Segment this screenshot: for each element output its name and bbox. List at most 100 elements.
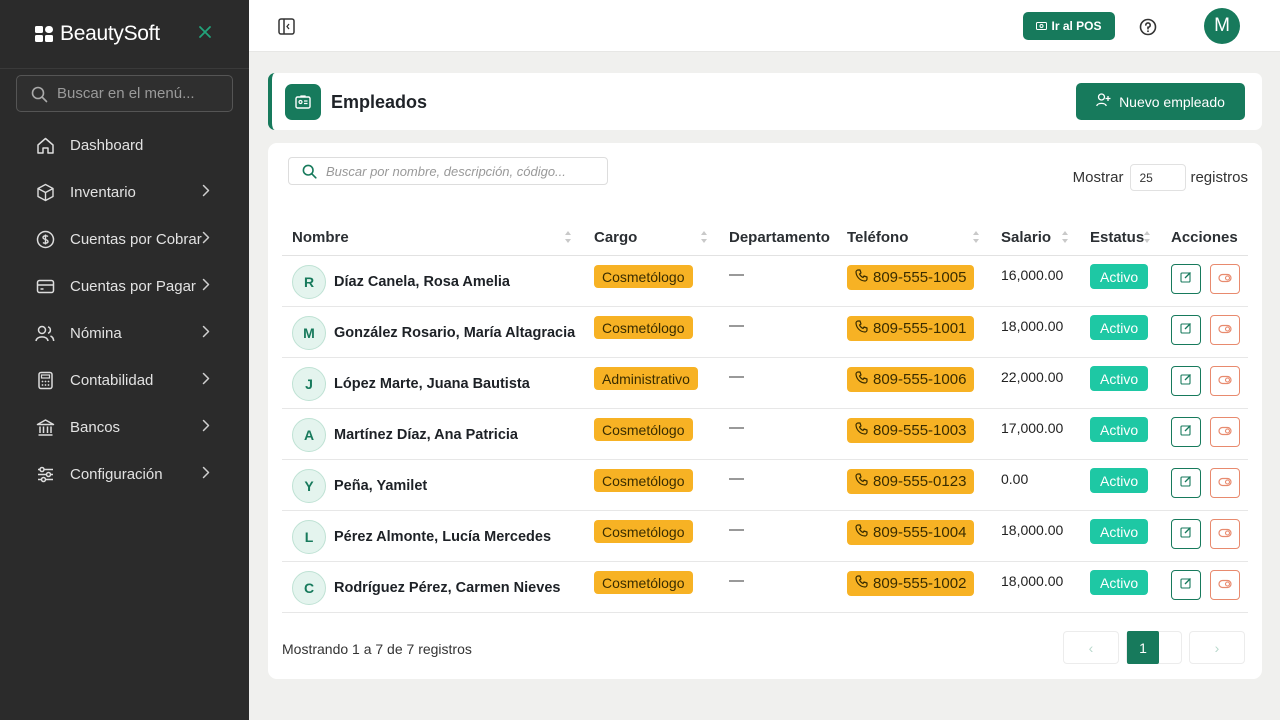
employee-name: López Marte, Juana Bautista — [334, 376, 530, 392]
phone-icon — [855, 320, 868, 337]
sidebar-item-cuentas-por-cobrar[interactable]: Cuentas por Cobrar — [0, 216, 249, 263]
table-search[interactable] — [288, 157, 608, 185]
sidebar-item-cuentas-por-pagar[interactable]: Cuentas por Pagar — [0, 263, 249, 310]
new-employee-button[interactable]: Nuevo empleado — [1076, 83, 1245, 120]
menu-search[interactable] — [16, 75, 233, 112]
column-header-cargo[interactable]: Cargo — [594, 229, 707, 246]
prev-page-button[interactable]: ‹ — [1063, 631, 1119, 664]
sidebar-item-dashboard[interactable]: Dashboard — [0, 122, 249, 169]
table-search-input[interactable] — [326, 163, 596, 179]
sort-icon — [1061, 230, 1069, 248]
phone-badge[interactable]: 809-555-0123 — [847, 469, 975, 494]
page-number: 1 — [1127, 631, 1159, 664]
column-header-nombre[interactable]: Nombre — [292, 229, 571, 246]
sidebar-item-nomina[interactable]: Nómina — [0, 310, 249, 357]
phone-badge[interactable]: 809-555-1005 — [847, 265, 975, 290]
phone-number: 809-555-0123 — [873, 473, 967, 490]
table-header: Nombre Cargo Departamento Teléfono Salar… — [282, 223, 1248, 256]
departamento-value: — — [729, 572, 744, 589]
sidebar-item-label: Cuentas por Cobrar — [70, 231, 202, 248]
user-avatar[interactable]: M — [1204, 8, 1240, 44]
status-badge: Activo — [1090, 570, 1149, 595]
toggle-status-button[interactable] — [1210, 570, 1240, 600]
cash-icon — [1036, 19, 1048, 33]
toggle-status-button[interactable] — [1210, 417, 1240, 447]
close-sidebar-icon[interactable] — [198, 23, 212, 44]
edit-button[interactable] — [1171, 315, 1201, 345]
column-label: Departamento — [729, 229, 830, 246]
edit-button[interactable] — [1171, 264, 1201, 294]
employee-initial-avatar: Y — [292, 469, 326, 503]
edit-button[interactable] — [1171, 519, 1201, 549]
table-row: R Díaz Canela, Rosa Amelia Cosmetólogo — 809… — [282, 256, 1248, 307]
status-badge: Activo — [1090, 519, 1149, 544]
cargo-badge: Cosmetólogo — [594, 265, 693, 288]
departamento-value: — — [729, 317, 744, 334]
add-user-icon — [1096, 93, 1111, 110]
employee-name: Pérez Almonte, Lucía Mercedes — [334, 529, 552, 545]
toggle-status-button[interactable] — [1210, 315, 1240, 345]
phone-badge[interactable]: 809-555-1002 — [847, 571, 975, 596]
phone-badge[interactable]: 809-555-1004 — [847, 520, 975, 545]
toggle-status-button[interactable] — [1210, 519, 1240, 549]
home-icon — [35, 136, 55, 156]
cargo-badge: Cosmetólogo — [594, 469, 693, 492]
chevron-right-icon — [202, 278, 210, 296]
sidebar-item-bancos[interactable]: Bancos — [0, 404, 249, 451]
status-badge: Activo — [1090, 417, 1149, 442]
sort-icon — [972, 230, 980, 248]
page-size-control: Mostrar 25 registros — [1073, 164, 1248, 191]
toggle-status-button[interactable] — [1210, 468, 1240, 498]
departamento-value: — — [729, 266, 744, 283]
phone-number: 809-555-1003 — [873, 422, 967, 439]
go-to-pos-button[interactable]: Ir al POS — [1023, 12, 1115, 40]
edit-button[interactable] — [1171, 570, 1201, 600]
edit-button[interactable] — [1171, 417, 1201, 447]
menu-search-input[interactable] — [57, 85, 217, 102]
phone-badge[interactable]: 809-555-1003 — [847, 418, 975, 443]
cargo-badge: Cosmetólogo — [594, 316, 693, 339]
table-row: Y Peña, Yamilet Cosmetólogo — 809-555-0123 0.… — [282, 460, 1248, 511]
edit-button[interactable] — [1171, 468, 1201, 498]
column-header-estatus[interactable]: Estatus — [1090, 229, 1150, 246]
column-header-telefono[interactable]: Teléfono — [847, 229, 979, 246]
edit-icon — [1180, 525, 1192, 543]
credit-card-icon — [35, 277, 55, 297]
chevron-right-icon — [202, 184, 210, 202]
employee-initial-avatar: R — [292, 265, 326, 299]
page-title: Empleados — [331, 92, 428, 112]
records-summary: Mostrando 1 a 7 de 7 registros — [282, 641, 472, 657]
sort-icon — [1143, 230, 1151, 248]
toggle-icon — [1218, 525, 1232, 543]
edit-icon — [1180, 423, 1192, 441]
toggle-status-button[interactable] — [1210, 264, 1240, 294]
page-button-current[interactable]: 1 — [1126, 631, 1182, 664]
help-icon[interactable] — [1139, 18, 1157, 41]
phone-icon — [855, 524, 868, 541]
page-size-select[interactable]: 25 — [1130, 164, 1187, 191]
column-header-salario[interactable]: Salario — [1001, 229, 1068, 246]
salary-value: 18,000.00 — [1001, 573, 1064, 589]
next-page-button[interactable]: › — [1189, 631, 1245, 664]
sidebar-item-inventario[interactable]: Inventario — [0, 169, 249, 216]
show-label: Mostrar — [1072, 169, 1124, 186]
column-label: Cargo — [594, 229, 638, 246]
chevron-right-icon — [202, 466, 210, 484]
sidebar-item-contabilidad[interactable]: Contabilidad — [0, 357, 249, 404]
edit-icon — [1180, 321, 1192, 339]
edit-icon — [1180, 372, 1192, 390]
column-header-departamento[interactable]: Departamento — [729, 229, 830, 246]
status-badge: Activo — [1090, 468, 1149, 493]
toggle-status-button[interactable] — [1210, 366, 1240, 396]
page-header: Empleados Nuevo empleado — [268, 73, 1262, 130]
status-badge: Activo — [1090, 366, 1149, 391]
edit-button[interactable] — [1171, 366, 1201, 396]
sidebar-toggle-icon[interactable] — [278, 18, 295, 40]
chevron-right-icon — [202, 372, 210, 390]
phone-badge[interactable]: 809-555-1006 — [847, 367, 975, 392]
phone-badge[interactable]: 809-555-1001 — [847, 316, 975, 341]
phone-number: 809-555-1002 — [873, 575, 967, 592]
column-label: Estatus — [1090, 229, 1145, 246]
sidebar-nav: Dashboard Inventario Cuentas por Cobrar Cue… — [0, 122, 249, 498]
sidebar-item-configuracion[interactable]: Configuración — [0, 451, 249, 498]
